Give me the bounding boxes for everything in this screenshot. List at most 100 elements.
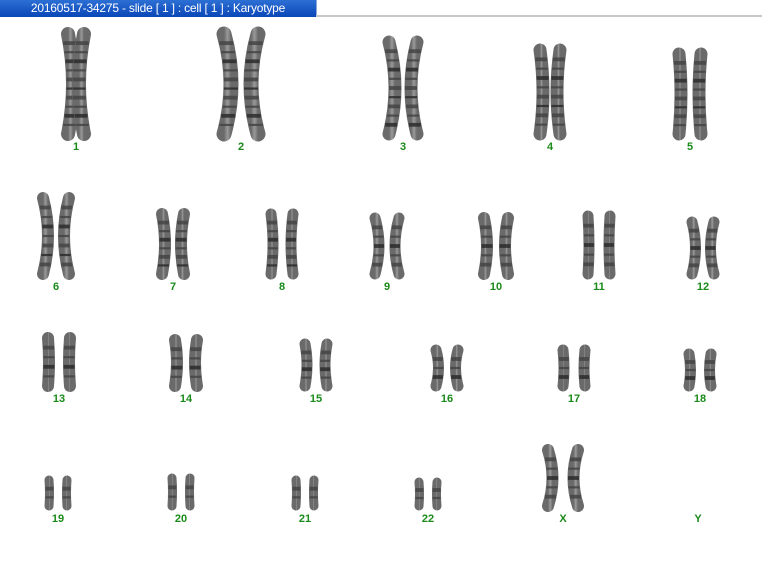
chromosome-band	[688, 263, 699, 268]
chromosome-pair-12[interactable]: 12	[686, 216, 720, 293]
chromosome-label: 13	[53, 393, 65, 405]
chromosome-band	[72, 69, 86, 72]
chromosome-band	[43, 375, 55, 378]
chromosome-band	[248, 41, 263, 45]
chromosome-band	[391, 225, 402, 230]
chromosome-pair-21[interactable]: 21	[291, 475, 319, 525]
chromosome-band	[301, 350, 312, 355]
chromosome-band	[221, 51, 236, 54]
chromosome-pair-2[interactable]: 2	[216, 26, 266, 153]
chromosome-band	[292, 486, 301, 491]
chromosome-band	[189, 357, 201, 360]
chromosome-band	[39, 205, 51, 210]
chromosome-band	[267, 230, 278, 233]
chromosome-band	[432, 496, 441, 500]
chromosome-label: 6	[53, 281, 59, 293]
chromosome-label: 19	[52, 513, 64, 525]
chromosome-pair-y[interactable]: Y	[694, 513, 702, 525]
chromosome-pair-18[interactable]: 18	[683, 348, 717, 405]
chromosome-label: 3	[400, 141, 406, 153]
chromosome-band	[546, 467, 558, 470]
chromosome-band	[673, 60, 686, 65]
chromosome-band	[693, 106, 706, 109]
chromosome-pair-5[interactable]: 5	[672, 47, 708, 153]
chromosome-pair-17[interactable]: 17	[557, 344, 591, 405]
chromosome-band	[570, 457, 581, 462]
chromosome-band	[583, 223, 594, 228]
chromosome-band	[693, 70, 706, 73]
chromosome-band	[59, 215, 71, 219]
chromosome-pair-x[interactable]: X	[542, 444, 584, 525]
chromosome-band	[176, 254, 188, 259]
chromosome-pair-1[interactable]: 1	[61, 27, 91, 153]
karyotype-view: 1 2 3 4 56 7 8 9 10 11 1213 14 15 16 17 1819 20 21 22 X Y	[37, 26, 720, 525]
chromosome-band	[559, 366, 569, 370]
chromosome-pair-7[interactable]: 7	[156, 208, 190, 293]
chromosome-pair-15[interactable]: 15	[299, 338, 333, 405]
chromosome-band	[704, 376, 715, 380]
chromosome-band	[58, 234, 70, 238]
chromatid	[414, 477, 424, 511]
chromosome-pair-10[interactable]: 10	[478, 212, 514, 293]
chromosome-pair-4[interactable]: 4	[533, 43, 567, 153]
chromosome-band	[266, 264, 277, 267]
chromosome-pair-3[interactable]: 3	[382, 35, 424, 153]
chromosome-pair-8[interactable]: 8	[265, 208, 299, 293]
chromosome-band	[309, 486, 318, 491]
chromosome-band	[219, 41, 234, 45]
chromatid	[72, 27, 91, 141]
chromosome-band	[63, 345, 75, 350]
chromosome-band	[693, 96, 706, 101]
chromosome-pair-14[interactable]: 14	[169, 334, 203, 405]
chromosome-pair-19[interactable]: 19	[44, 475, 72, 525]
chromosome-pair-13[interactable]: 13	[42, 332, 76, 405]
chromosome-band	[481, 254, 493, 257]
chromosome-band	[320, 367, 331, 372]
chromosome-band	[604, 223, 615, 228]
chromosome-band	[705, 238, 716, 241]
chromosome-band	[185, 485, 194, 490]
chromosome-band	[41, 253, 53, 257]
chromosome-band	[388, 96, 401, 99]
chromosome-band	[674, 70, 687, 73]
chromosome-band	[545, 457, 556, 462]
chromosome-band	[500, 262, 512, 267]
window-title-bar[interactable]: 20160517-34275 - slide [ 1 ] : cell [ 1 …	[0, 0, 317, 17]
chromosome-pair-20[interactable]: 20	[167, 473, 195, 525]
chromosome-band	[432, 357, 443, 361]
chromosome-band	[246, 113, 261, 118]
chromosome-band	[372, 225, 383, 230]
chromosome-band	[75, 41, 89, 45]
chromosome-label: 8	[279, 281, 285, 293]
chromosome-band	[693, 78, 706, 83]
chromosome-band	[536, 104, 549, 108]
chromosome-band	[63, 123, 77, 127]
chromosome-band	[579, 357, 590, 361]
chromosome-pair-9[interactable]: 9	[369, 212, 405, 293]
chromosome-band	[75, 123, 89, 127]
chromosome-band	[690, 246, 701, 250]
chromosome-pair-22[interactable]: 22	[414, 477, 442, 525]
chromosome-label: 22	[422, 513, 434, 525]
chromosome-band	[292, 496, 301, 499]
chromosome-band	[433, 366, 444, 370]
chromosome-band	[385, 122, 398, 127]
chromosome-band	[175, 247, 187, 250]
chromosome-pair-6[interactable]: 6	[37, 192, 75, 293]
chromosome-band	[707, 263, 718, 268]
chromosome-band	[673, 124, 686, 127]
chromosome-band	[159, 247, 171, 250]
chromosome-band	[604, 262, 615, 267]
chromatid	[533, 43, 550, 141]
chromatid	[299, 338, 313, 392]
chromosome-band	[223, 69, 238, 72]
chromosome-pair-16[interactable]: 16	[430, 344, 464, 405]
chromosome-band	[499, 244, 511, 248]
chromatid	[309, 475, 319, 511]
chromatid	[189, 334, 203, 392]
chromosome-band	[604, 234, 615, 237]
chromosome-band	[688, 228, 699, 233]
chromosome-pair-11[interactable]: 11	[582, 210, 616, 293]
chromosome-band	[685, 376, 696, 380]
chromatid	[63, 332, 76, 392]
